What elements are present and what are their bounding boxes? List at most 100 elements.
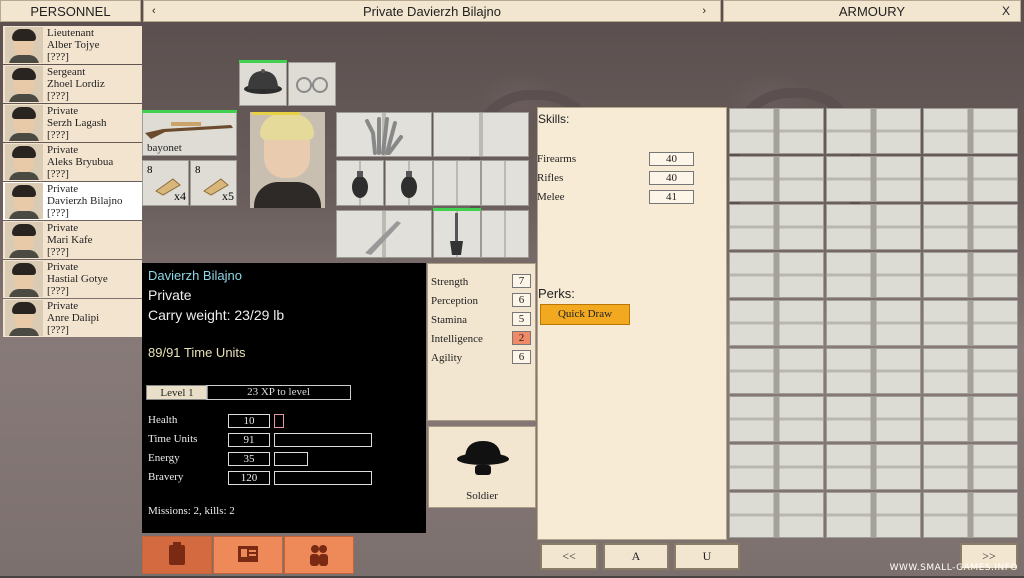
leg-slot-shovel[interactable]: [433, 210, 481, 258]
soldier-info-panel: Davierzh Bilajno Private Carry weight: 2…: [142, 263, 426, 533]
roster-item[interactable]: Private Aleks Bryubua [???]: [3, 143, 142, 181]
armoury-label: ARMOURY: [838, 3, 906, 19]
armoury-slot[interactable]: [923, 108, 1018, 154]
roster-rank: Private: [47, 183, 79, 195]
soldier-avatar: [5, 183, 43, 219]
armoury-slot[interactable]: [923, 492, 1018, 538]
ammo-slot-2[interactable]: 8 x5: [190, 160, 237, 206]
roster-text: Private Davierzh Bilajno [???]: [47, 183, 122, 219]
armoury-slot[interactable]: [826, 108, 921, 154]
roster-text: Private Aleks Bryubua [???]: [47, 144, 113, 180]
armoury-slot[interactable]: [826, 348, 921, 394]
roster-item[interactable]: Private Serzh Lagash [???]: [3, 104, 142, 142]
armoury-slot[interactable]: [826, 300, 921, 346]
belt-slot-1[interactable]: [336, 160, 384, 206]
roster-name: Anre Dalipi: [47, 312, 100, 324]
leg-slot-empty[interactable]: [481, 210, 529, 258]
grenade-item-icon: [401, 171, 417, 198]
armoury-slot[interactable]: [826, 444, 921, 490]
helmet-item-icon: [244, 69, 282, 94]
body-slot-gloves[interactable]: [336, 112, 432, 157]
roster-item[interactable]: Private Anre Dalipi [???]: [3, 299, 142, 337]
armoury-slot[interactable]: [923, 252, 1018, 298]
stat-bar: [274, 471, 372, 485]
leg-slot-knife[interactable]: [336, 210, 432, 258]
armoury-slot[interactable]: [826, 156, 921, 202]
armoury-slot[interactable]: [729, 300, 824, 346]
armoury-slot[interactable]: [826, 204, 921, 250]
belt-slot-3[interactable]: [433, 160, 481, 206]
belt-slot-2[interactable]: [385, 160, 433, 206]
tab-inventory[interactable]: [142, 536, 212, 574]
personnel-label: PERSONNEL: [30, 3, 111, 19]
tab-dossier[interactable]: [213, 536, 283, 574]
belt-slot-4[interactable]: [481, 160, 529, 206]
skill-value: 41: [649, 190, 694, 204]
attribute-value: 6: [512, 293, 531, 307]
skill-label: Rifles: [537, 172, 564, 184]
roster-name: Serzh Lagash: [47, 117, 107, 129]
roster-item[interactable]: Private Hastial Gotye [???]: [3, 260, 142, 298]
body-slot-vest[interactable]: [433, 112, 529, 157]
backpack-icon: [169, 542, 185, 565]
armoury-slot[interactable]: [729, 396, 824, 442]
roster-name: Mari Kafe: [47, 234, 93, 246]
armoury-slot[interactable]: [923, 348, 1018, 394]
roster-item[interactable]: Sergeant Zhoel Lordiz [???]: [3, 65, 142, 103]
armoury-slot[interactable]: [729, 492, 824, 538]
stat-label: Bravery: [148, 471, 184, 483]
soldier-avatar: [5, 222, 43, 258]
prev-soldier-arrow[interactable]: ‹: [152, 5, 156, 17]
ammo-slot-1[interactable]: 8 x4: [142, 160, 189, 206]
soldier-title-bar: ‹ Private Davierzh Bilajno ›: [143, 0, 721, 22]
squad-icon: [310, 545, 328, 566]
next-soldier-arrow[interactable]: ›: [702, 5, 706, 17]
personnel-header[interactable]: PERSONNEL: [0, 0, 141, 22]
armoury-slot[interactable]: [729, 204, 824, 250]
glove-item-icon: [365, 117, 403, 155]
armoury-slot[interactable]: [826, 252, 921, 298]
armoury-slot[interactable]: [729, 444, 824, 490]
xp-to-level: 23 XP to level: [206, 385, 351, 400]
armoury-slot[interactable]: [923, 204, 1018, 250]
soldier-avatar: [5, 300, 43, 336]
primary-weapon-slot[interactable]: bayonet: [142, 112, 237, 156]
armoury-slot[interactable]: [729, 348, 824, 394]
roster-item[interactable]: Private Davierzh Bilajno [???]: [3, 182, 142, 220]
prev-page-button[interactable]: <<: [540, 543, 598, 570]
armoury-slot[interactable]: [923, 444, 1018, 490]
perk-quick-draw[interactable]: Quick Draw: [540, 304, 630, 325]
attribute-value: 7: [512, 274, 531, 288]
tab-squad[interactable]: [284, 536, 354, 574]
ammo-1-count: 8: [147, 164, 153, 176]
personnel-roster: Lieutenant Alber Tojye [???] Sergeant Zhoel …: [3, 26, 142, 338]
close-button[interactable]: X: [1002, 4, 1010, 18]
roster-status: [???]: [47, 90, 69, 102]
roster-status: [???]: [47, 168, 69, 180]
armoury-slot[interactable]: [729, 156, 824, 202]
sort-u-button[interactable]: U: [674, 543, 740, 570]
attribute-label: Stamina: [431, 314, 468, 326]
armoury-slot[interactable]: [923, 396, 1018, 442]
armoury-slot[interactable]: [826, 492, 921, 538]
attribute-label: Perception: [431, 295, 479, 307]
attribute-label: Strength: [431, 276, 469, 288]
roster-text: Private Anre Dalipi [???]: [47, 300, 99, 336]
roster-item[interactable]: Lieutenant Alber Tojye [???]: [3, 26, 142, 64]
armoury-slot[interactable]: [923, 156, 1018, 202]
armoury-slot[interactable]: [729, 108, 824, 154]
role-panel[interactable]: Soldier: [428, 426, 536, 508]
id-card-icon: [238, 546, 258, 562]
skill-label: Firearms: [537, 153, 577, 165]
armoury-slot[interactable]: [923, 300, 1018, 346]
soldier-avatar: [5, 144, 43, 180]
roster-item[interactable]: Private Mari Kafe [???]: [3, 221, 142, 259]
armoury-slot[interactable]: [729, 252, 824, 298]
goggles-slot[interactable]: [288, 62, 336, 106]
sort-a-button[interactable]: A: [603, 543, 669, 570]
armoury-slot[interactable]: [826, 396, 921, 442]
armoury-header: ARMOURY X: [723, 0, 1021, 22]
helmet-slot[interactable]: [239, 62, 287, 106]
perks-heading: Perks:: [538, 286, 575, 301]
stat-value: 35: [228, 452, 270, 466]
